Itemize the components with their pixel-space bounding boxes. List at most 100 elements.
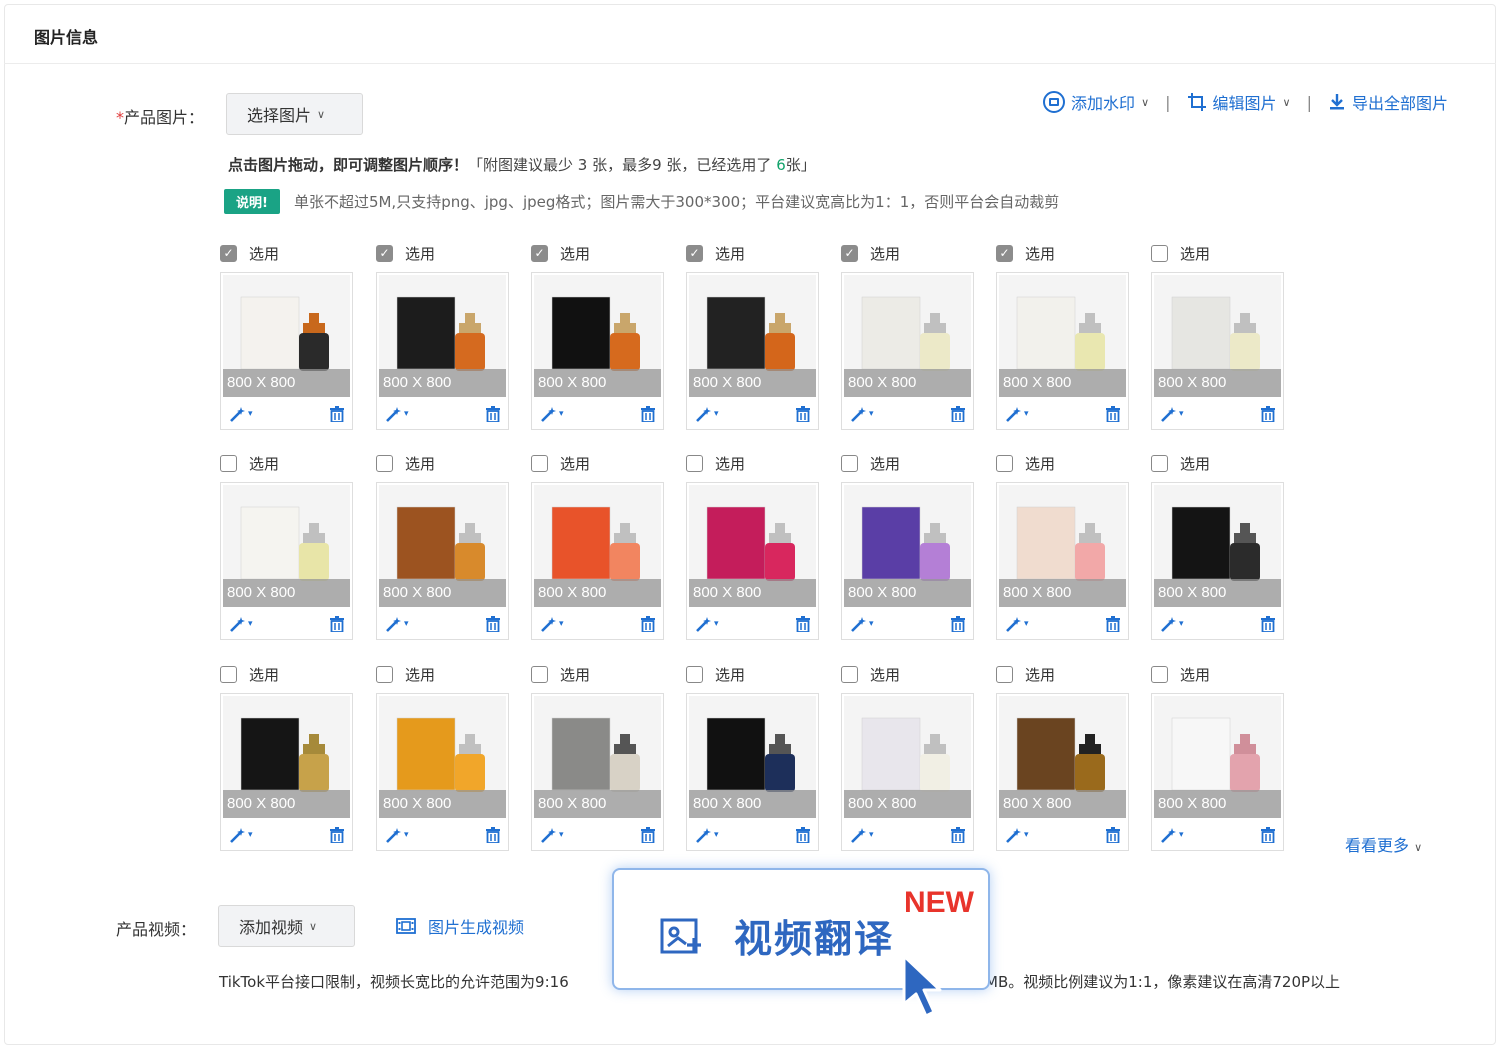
image-card[interactable]: 选用 800 X 800 ▾ xyxy=(686,661,819,851)
trash-icon[interactable] xyxy=(1261,827,1275,844)
select-checkbox[interactable] xyxy=(220,454,237,472)
magic-wand-icon[interactable]: ▾ xyxy=(540,616,564,632)
image-card[interactable]: 选用 800 X 800 ▾ xyxy=(841,450,974,640)
select-checkbox-row[interactable]: 选用 xyxy=(686,661,819,687)
select-checkbox[interactable] xyxy=(531,665,548,683)
select-checkbox-row[interactable]: 选用 xyxy=(996,661,1129,687)
select-checkbox[interactable]: ✓ xyxy=(376,244,393,262)
product-image[interactable]: 800 X 800 xyxy=(1154,275,1281,397)
select-checkbox[interactable] xyxy=(220,665,237,683)
image-card[interactable]: ✓ 选用 800 X 800 ▾ xyxy=(841,240,974,430)
image-thumbnail-card[interactable]: 800 X 800 ▾ xyxy=(1151,272,1284,430)
select-checkbox-row[interactable]: 选用 xyxy=(1151,240,1284,266)
select-checkbox[interactable]: ✓ xyxy=(686,244,703,262)
magic-wand-icon[interactable]: ▾ xyxy=(850,406,874,422)
image-card[interactable]: ✓ 选用 800 X 800 ▾ xyxy=(376,240,509,430)
image-thumbnail-card[interactable]: 800 X 800 ▾ xyxy=(376,272,509,430)
image-thumbnail-card[interactable]: 800 X 800 ▾ xyxy=(220,693,353,851)
product-image[interactable]: 800 X 800 xyxy=(689,696,816,818)
trash-icon[interactable] xyxy=(330,827,344,844)
magic-wand-icon[interactable]: ▾ xyxy=(229,616,253,632)
magic-wand-icon[interactable]: ▾ xyxy=(695,827,719,843)
magic-wand-icon[interactable]: ▾ xyxy=(1160,616,1184,632)
image-thumbnail-card[interactable]: 800 X 800 ▾ xyxy=(841,693,974,851)
trash-icon[interactable] xyxy=(1106,406,1120,423)
trash-icon[interactable] xyxy=(486,406,500,423)
select-checkbox[interactable] xyxy=(1151,454,1168,472)
magic-wand-icon[interactable]: ▾ xyxy=(229,406,253,422)
magic-wand-icon[interactable]: ▾ xyxy=(1160,406,1184,422)
image-card[interactable]: 选用 800 X 800 ▾ xyxy=(996,661,1129,851)
select-checkbox-row[interactable]: 选用 xyxy=(531,450,664,476)
image-card[interactable]: 选用 800 X 800 ▾ xyxy=(686,450,819,640)
image-card[interactable]: ✓ 选用 800 X 800 ▾ xyxy=(531,240,664,430)
add-watermark-button[interactable]: 添加水印 ∨ xyxy=(1043,90,1149,114)
trash-icon[interactable] xyxy=(486,616,500,633)
image-card[interactable]: 选用 800 X 800 ▾ xyxy=(531,661,664,851)
select-checkbox-row[interactable]: ✓ 选用 xyxy=(686,240,819,266)
generate-video-button[interactable]: 图片生成视频 xyxy=(396,914,524,938)
product-image[interactable]: 800 X 800 xyxy=(999,696,1126,818)
trash-icon[interactable] xyxy=(641,616,655,633)
product-image[interactable]: 800 X 800 xyxy=(223,485,350,607)
select-checkbox[interactable] xyxy=(531,454,548,472)
product-image[interactable]: 800 X 800 xyxy=(689,485,816,607)
product-image[interactable]: 800 X 800 xyxy=(534,485,661,607)
image-thumbnail-card[interactable]: 800 X 800 ▾ xyxy=(686,272,819,430)
select-checkbox[interactable] xyxy=(376,665,393,683)
image-thumbnail-card[interactable]: 800 X 800 ▾ xyxy=(686,693,819,851)
image-thumbnail-card[interactable]: 800 X 800 ▾ xyxy=(220,482,353,640)
image-card[interactable]: 选用 800 X 800 ▾ xyxy=(1151,450,1284,640)
select-checkbox-row[interactable]: 选用 xyxy=(1151,450,1284,476)
image-thumbnail-card[interactable]: 800 X 800 ▾ xyxy=(841,482,974,640)
image-card[interactable]: 选用 800 X 800 ▾ xyxy=(376,450,509,640)
product-image[interactable]: 800 X 800 xyxy=(844,485,971,607)
magic-wand-icon[interactable]: ▾ xyxy=(850,616,874,632)
product-image[interactable]: 800 X 800 xyxy=(689,275,816,397)
trash-icon[interactable] xyxy=(330,406,344,423)
select-checkbox-row[interactable]: 选用 xyxy=(841,661,974,687)
see-more-link[interactable]: 看看更多 ∨ xyxy=(1345,832,1422,856)
product-image[interactable]: 800 X 800 xyxy=(844,696,971,818)
magic-wand-icon[interactable]: ▾ xyxy=(1160,827,1184,843)
select-checkbox-row[interactable]: 选用 xyxy=(220,450,353,476)
select-images-button[interactable]: 选择图片 ∨ xyxy=(226,93,363,135)
select-checkbox-row[interactable]: ✓ 选用 xyxy=(220,240,353,266)
product-image[interactable]: 800 X 800 xyxy=(534,696,661,818)
image-thumbnail-card[interactable]: 800 X 800 ▾ xyxy=(841,272,974,430)
image-card[interactable]: ✓ 选用 800 X 800 ▾ xyxy=(686,240,819,430)
image-card[interactable]: ✓ 选用 800 X 800 ▾ xyxy=(996,240,1129,430)
add-video-button[interactable]: 添加视频 ∨ xyxy=(218,905,355,947)
select-checkbox-row[interactable]: 选用 xyxy=(531,661,664,687)
trash-icon[interactable] xyxy=(1261,616,1275,633)
image-thumbnail-card[interactable]: 800 X 800 ▾ xyxy=(531,482,664,640)
select-checkbox[interactable]: ✓ xyxy=(996,244,1013,262)
image-thumbnail-card[interactable]: 800 X 800 ▾ xyxy=(376,693,509,851)
image-card[interactable]: 选用 800 X 800 ▾ xyxy=(220,661,353,851)
magic-wand-icon[interactable]: ▾ xyxy=(385,406,409,422)
select-checkbox[interactable] xyxy=(841,454,858,472)
trash-icon[interactable] xyxy=(1261,406,1275,423)
select-checkbox-row[interactable]: 选用 xyxy=(1151,661,1284,687)
trash-icon[interactable] xyxy=(951,406,965,423)
select-checkbox[interactable]: ✓ xyxy=(531,244,548,262)
image-thumbnail-card[interactable]: 800 X 800 ▾ xyxy=(531,693,664,851)
select-checkbox-row[interactable]: 选用 xyxy=(376,450,509,476)
trash-icon[interactable] xyxy=(796,406,810,423)
select-checkbox[interactable]: ✓ xyxy=(841,244,858,262)
trash-icon[interactable] xyxy=(1106,827,1120,844)
magic-wand-icon[interactable]: ▾ xyxy=(385,827,409,843)
image-card[interactable]: 选用 800 X 800 ▾ xyxy=(376,661,509,851)
select-checkbox[interactable] xyxy=(1151,665,1168,683)
select-checkbox[interactable]: ✓ xyxy=(220,244,237,262)
export-all-images-button[interactable]: 导出全部图片 xyxy=(1328,90,1448,114)
trash-icon[interactable] xyxy=(486,827,500,844)
product-image[interactable]: 800 X 800 xyxy=(1154,485,1281,607)
select-checkbox-row[interactable]: ✓ 选用 xyxy=(841,240,974,266)
product-image[interactable]: 800 X 800 xyxy=(223,696,350,818)
product-image[interactable]: 800 X 800 xyxy=(379,485,506,607)
video-translate-promo[interactable]: 视频翻译 NEW xyxy=(612,868,990,1018)
product-image[interactable]: 800 X 800 xyxy=(1154,696,1281,818)
image-thumbnail-card[interactable]: 800 X 800 ▾ xyxy=(686,482,819,640)
product-image[interactable]: 800 X 800 xyxy=(534,275,661,397)
